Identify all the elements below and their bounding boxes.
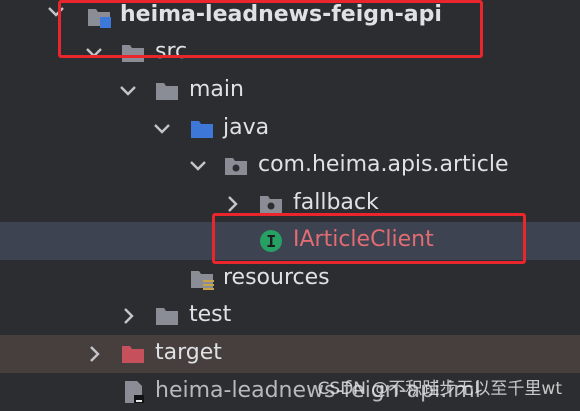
project-tree: heima-leadnews-feign-api src main java c… (0, 0, 580, 411)
java-folder-label: java (223, 115, 270, 140)
highlight-box-module (58, 0, 483, 58)
folder-icon (156, 308, 178, 325)
tree-row-main[interactable]: main (0, 72, 580, 110)
tree-row-package[interactable]: com.heima.apis.article (0, 147, 580, 185)
source-folder-icon (191, 121, 213, 138)
package-label: com.heima.apis.article (258, 152, 509, 177)
highlight-box-class (212, 213, 526, 264)
package-icon (225, 158, 247, 175)
target-folder-label: target (155, 340, 222, 365)
test-folder-label: test (189, 302, 232, 327)
resources-folder-label: resources (223, 265, 330, 290)
resources-folder-icon (191, 271, 214, 290)
iml-file-icon (125, 381, 144, 403)
chevron-down-icon[interactable] (116, 79, 140, 103)
tree-row-test[interactable]: test (0, 297, 580, 335)
chevron-down-icon[interactable] (186, 154, 210, 178)
tree-row-resources[interactable]: resources (0, 260, 580, 298)
excluded-folder-icon (122, 346, 144, 363)
chevron-right-icon[interactable] (82, 342, 106, 366)
main-folder-label: main (189, 77, 244, 102)
tree-row-java[interactable]: java (0, 110, 580, 148)
tree-row-target[interactable]: target (0, 335, 580, 373)
chevron-right-icon[interactable] (116, 304, 140, 328)
folder-icon (156, 83, 178, 100)
chevron-down-icon[interactable] (150, 117, 174, 141)
watermark: CSDN @不积跬步无以至千里wt (317, 379, 562, 399)
